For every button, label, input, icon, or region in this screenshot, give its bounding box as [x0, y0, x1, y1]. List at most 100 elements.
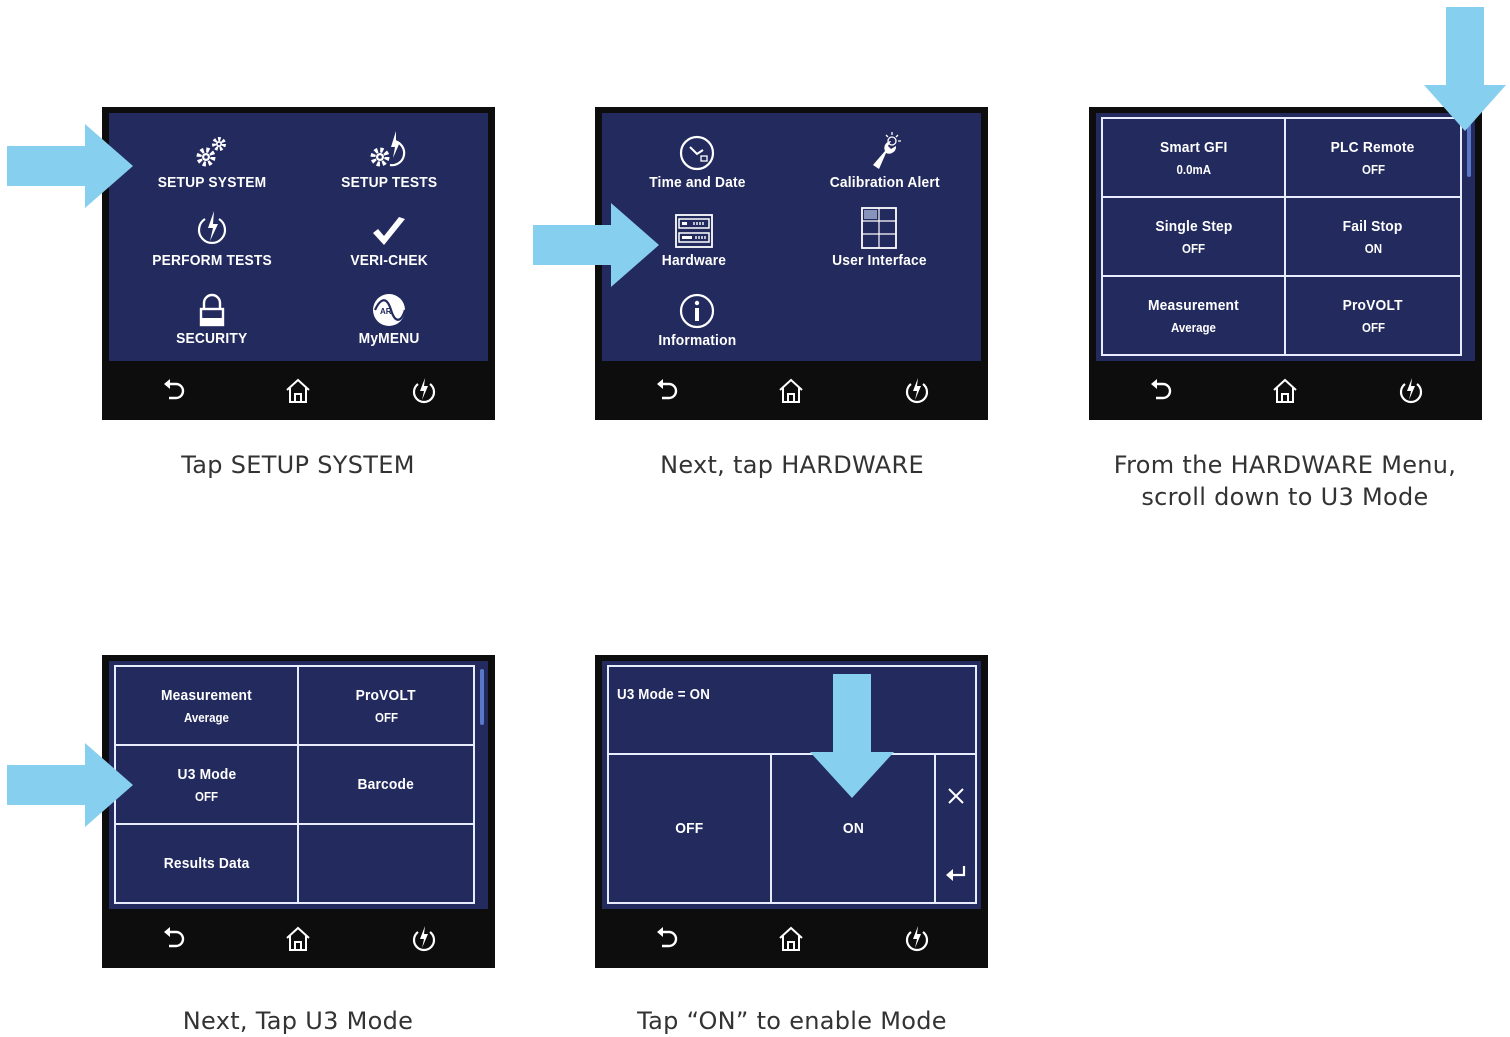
- option-off-button[interactable]: OFF: [609, 755, 770, 902]
- setup-tests-label: SETUP TESTS: [340, 174, 438, 191]
- undo-arrow-icon[interactable]: [1145, 375, 1177, 407]
- scrollbar-thumb[interactable]: [480, 669, 484, 725]
- device-panel-u3-mode-select: U3 Mode = ON OFF ON: [595, 655, 988, 968]
- device-panel-main-menu: SETUP SYSTEM SETUP TESTS PERFORM TESTS V…: [102, 107, 495, 420]
- setting-u3-mode[interactable]: U3 Mode OFF: [116, 746, 297, 823]
- option-off-label: OFF: [675, 820, 704, 837]
- setting-label: Barcode: [357, 776, 415, 793]
- undo-arrow-icon[interactable]: [651, 375, 683, 407]
- screen: U3 Mode = ON OFF ON: [602, 661, 981, 909]
- caption-step-4: Next, Tap U3 Mode: [182, 1007, 414, 1035]
- grid-border: [1460, 117, 1462, 356]
- device-panel-hardware-scrolled: Measurement Average ProVOLT OFF U3 Mode …: [102, 655, 495, 968]
- grid-border: [1101, 354, 1462, 356]
- setting-label: Smart GFI: [1159, 138, 1228, 156]
- setting-value: OFF: [1361, 320, 1385, 335]
- screen: SETUP SYSTEM SETUP TESTS PERFORM TESTS V…: [109, 113, 488, 361]
- security-label: SECURITY: [176, 330, 248, 347]
- enter-button[interactable]: [936, 853, 975, 893]
- close-button[interactable]: [936, 776, 975, 816]
- pointer-arrow-right: [7, 124, 133, 208]
- menu-item-time-and-date[interactable]: Time and Date: [602, 135, 792, 191]
- enter-icon: [945, 866, 965, 881]
- perform-tests-label: PERFORM TESTS: [152, 252, 272, 269]
- veri-chek-label: VERI-CHEK: [350, 252, 428, 269]
- setting-measurement[interactable]: Measurement Average: [1103, 277, 1284, 354]
- grid-border: [607, 902, 977, 904]
- setting-results-data[interactable]: Results Data: [116, 825, 297, 902]
- clock-icon: [679, 135, 715, 171]
- close-icon: [947, 788, 964, 804]
- setting-provolt[interactable]: ProVOLT OFF: [1286, 277, 1460, 354]
- home-icon[interactable]: [775, 923, 807, 955]
- setting-fail-stop[interactable]: Fail Stop ON: [1286, 198, 1460, 275]
- setting-label: Results Data: [163, 855, 250, 872]
- setting-value: OFF: [1182, 241, 1205, 256]
- gear-lightning-icon: [370, 131, 406, 167]
- menu-item-information[interactable]: Information: [602, 293, 792, 349]
- menu-item-calibration-alert[interactable]: Calibration Alert: [790, 129, 980, 191]
- caption-step-3: From the HARDWARE Menu, scroll down to U…: [1045, 449, 1510, 513]
- menu-item-setup-system[interactable]: SETUP SYSTEM: [117, 135, 307, 191]
- power-icon[interactable]: [408, 375, 440, 407]
- menu-item-veri-chek[interactable]: VERI-CHEK: [294, 215, 484, 269]
- setting-value: OFF: [195, 789, 218, 804]
- info-icon: [679, 293, 715, 329]
- setup-system-label: SETUP SYSTEM: [157, 174, 267, 191]
- setting-value: 0.0mA: [1176, 162, 1211, 177]
- gears-icon: [196, 137, 226, 167]
- lock-icon: [199, 293, 225, 327]
- menu-item-perform-tests[interactable]: PERFORM TESTS: [117, 211, 307, 269]
- menu-item-security[interactable]: SECURITY: [117, 293, 307, 347]
- user-interface-label: User Interface: [831, 252, 927, 269]
- power-icon[interactable]: [901, 923, 933, 955]
- setting-value: OFF: [1361, 162, 1385, 177]
- menu-item-mymenu[interactable]: AR MyMENU: [294, 293, 484, 347]
- screen: Smart GFI 0.0mA PLC Remote OFF Single St…: [1096, 113, 1475, 361]
- menu-item-user-interface[interactable]: User Interface: [784, 207, 974, 269]
- setting-label: ProVOLT: [355, 686, 417, 704]
- setting-label: Single Step: [1154, 217, 1233, 235]
- home-icon[interactable]: [775, 375, 807, 407]
- u3-mode-status: U3 Mode = ON: [617, 687, 711, 703]
- home-icon[interactable]: [282, 375, 314, 407]
- setting-measurement[interactable]: Measurement Average: [116, 667, 297, 744]
- setting-provolt[interactable]: ProVOLT OFF: [299, 667, 473, 744]
- device-panel-hardware-menu: Smart GFI 0.0mA PLC Remote OFF Single St…: [1089, 107, 1482, 420]
- caption-step-2: Next, tap HARDWARE: [660, 451, 924, 479]
- setting-label: PLC Remote: [1331, 138, 1415, 156]
- hardware-rack-icon: [675, 214, 713, 248]
- bottom-nav-bar: [102, 361, 495, 420]
- pointer-arrow-down: [1424, 7, 1506, 131]
- power-icon[interactable]: [1395, 375, 1427, 407]
- power-icon[interactable]: [901, 375, 933, 407]
- home-icon[interactable]: [282, 923, 314, 955]
- home-icon[interactable]: [1269, 375, 1301, 407]
- setting-value: ON: [1364, 241, 1382, 256]
- ar-logo-icon: AR: [373, 294, 407, 326]
- grid-border: [975, 665, 977, 904]
- caption-line: From the HARDWARE Menu,: [1113, 451, 1457, 479]
- setting-single-step[interactable]: Single Step OFF: [1103, 198, 1284, 275]
- bottom-nav-bar: [595, 361, 988, 420]
- grid-border: [607, 665, 977, 667]
- undo-arrow-icon[interactable]: [158, 923, 190, 955]
- setting-label: Fail Stop: [1343, 217, 1403, 235]
- power-icon[interactable]: [408, 923, 440, 955]
- grid-border: [114, 902, 475, 904]
- wrench-alert-icon: [873, 132, 901, 169]
- setting-smart-gfi[interactable]: Smart GFI 0.0mA: [1103, 119, 1284, 196]
- bottom-nav-bar: [102, 909, 495, 968]
- power-lightning-icon: [197, 211, 227, 244]
- setting-barcode[interactable]: Barcode: [299, 746, 473, 823]
- bottom-nav-bar: [1089, 361, 1482, 420]
- setting-empty: [299, 825, 473, 902]
- menu-item-setup-tests[interactable]: SETUP TESTS: [294, 129, 484, 191]
- setting-value: Average: [184, 710, 229, 725]
- checkmark-icon: [373, 217, 405, 245]
- setting-value: Average: [1171, 320, 1216, 335]
- ar-logo-text: AR: [380, 307, 392, 316]
- undo-arrow-icon[interactable]: [651, 923, 683, 955]
- setting-label: Measurement: [161, 686, 252, 704]
- undo-arrow-icon[interactable]: [158, 375, 190, 407]
